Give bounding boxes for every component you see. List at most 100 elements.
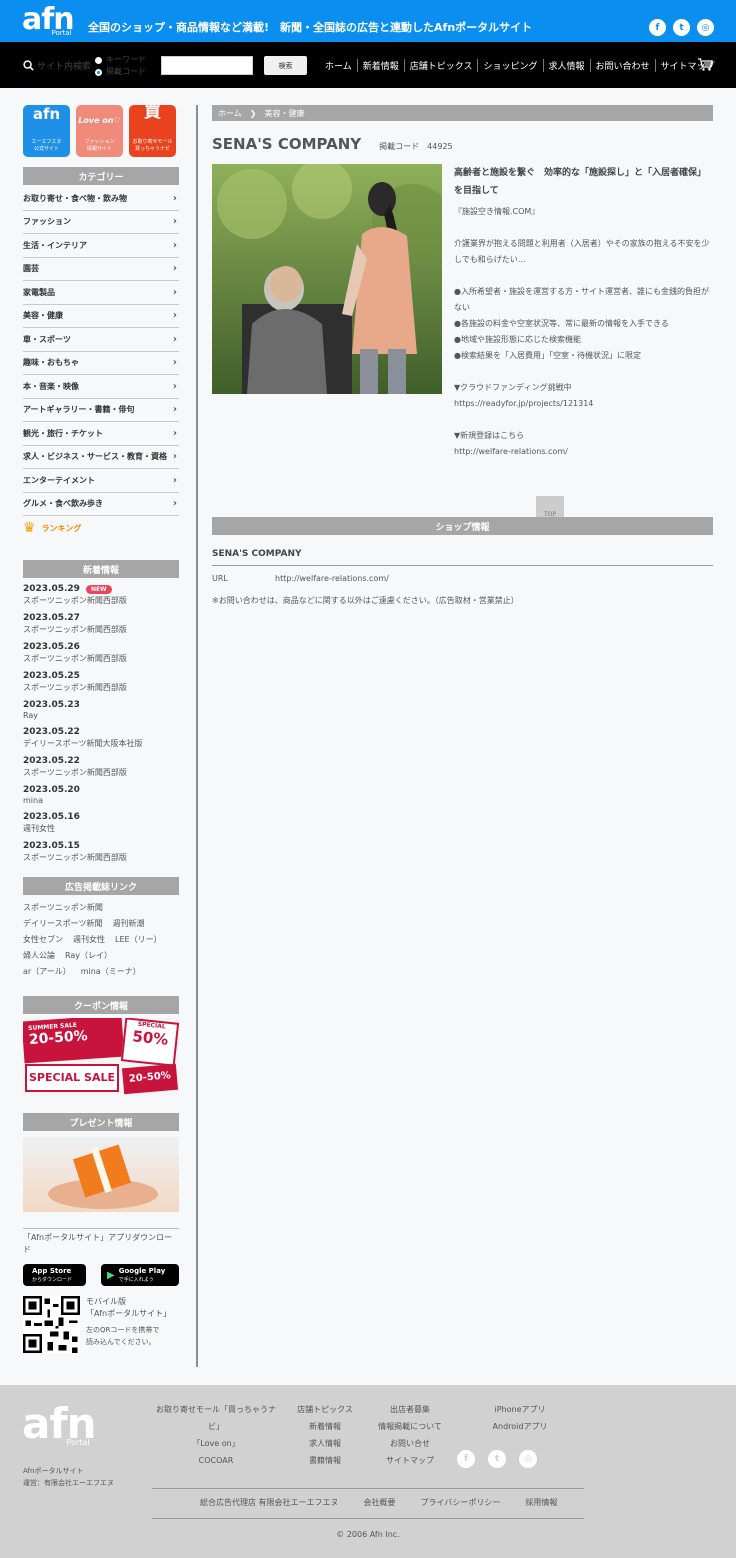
- media-link[interactable]: 女性セブン: [23, 935, 63, 944]
- footer-link-iphone-app[interactable]: iPhoneアプリ: [488, 1401, 552, 1418]
- description-line: ●各施設の料金や空室状況等、常に最新の情報を入手できる: [454, 319, 669, 328]
- chevron-right-icon: ›: [172, 239, 177, 251]
- news-item[interactable]: 2023.05.23 Ray: [23, 700, 179, 720]
- category-item[interactable]: お取り寄せ・食べ物・飲み物 ›: [23, 187, 179, 211]
- footer-link-kacchau-cont[interactable]: ビ」: [156, 1418, 276, 1435]
- search-button[interactable]: 検索: [264, 56, 307, 75]
- category-item[interactable]: ファッション ›: [23, 211, 179, 234]
- footer-link-topics[interactable]: 店舗トピックス: [292, 1401, 358, 1418]
- media-link[interactable]: 婦人公論: [23, 951, 55, 960]
- news-item[interactable]: 2023.05.22 スポーツニッポン新聞西部版: [23, 756, 179, 778]
- news-item[interactable]: 2023.05.27 スポーツニッポン新聞西部版: [23, 613, 179, 635]
- news-item[interactable]: 2023.05.26 スポーツニッポン新聞西部版: [23, 642, 179, 664]
- media-link[interactable]: スポーツニッポン新聞: [23, 903, 103, 912]
- news-item[interactable]: 2023.05.29 NEW スポーツニッポン新聞西部版: [23, 584, 179, 606]
- main-content: ホーム ❯ 美容・健康 SENA'S COMPANY 掲載コード 44925 高…: [212, 105, 713, 625]
- media-link[interactable]: 週刊新潮: [112, 919, 144, 928]
- footer-link-agency[interactable]: 総合広告代理店 有限会社エーエフエヌ: [200, 1497, 339, 1508]
- news-item[interactable]: 2023.05.25 スポーツニッポン新聞西部版: [23, 671, 179, 693]
- radio-code[interactable]: 掲載コード: [95, 66, 146, 78]
- category-item[interactable]: 趣味・おもちゃ ›: [23, 352, 179, 375]
- news-source: スポーツニッポン新聞西部版: [23, 853, 127, 862]
- category-item[interactable]: 観光・旅行・チケット ›: [23, 422, 179, 446]
- media-links-header: 広告掲載誌リンク: [23, 877, 179, 895]
- media-link[interactable]: mina（ミーナ）: [81, 967, 141, 976]
- shop-url-link[interactable]: http://welfare-relations.com/: [275, 574, 389, 583]
- footer-col-2: 店舗トピックス 新着情報 求人情報 書籍情報: [292, 1401, 358, 1469]
- footer-twitter-icon[interactable]: t: [488, 1450, 506, 1468]
- category-item[interactable]: 美容・健康 ›: [23, 305, 179, 328]
- facebook-icon[interactable]: f: [649, 19, 666, 36]
- footer-link-listing-info[interactable]: 情報掲載について: [374, 1418, 446, 1435]
- footer-link-privacy[interactable]: プライバシーポリシー: [421, 1497, 501, 1508]
- category-item[interactable]: エンターテイメント ›: [23, 469, 179, 493]
- present-banner[interactable]: [23, 1137, 179, 1212]
- footer-link-company[interactable]: 会社概要: [364, 1497, 396, 1508]
- footer-link-contact[interactable]: お問い合せ: [374, 1435, 446, 1452]
- instagram-icon[interactable]: ◎: [697, 19, 714, 36]
- footer-instagram-icon[interactable]: ◎: [519, 1450, 537, 1468]
- category-item[interactable]: 車・スポーツ ›: [23, 328, 179, 352]
- footer-facebook-icon[interactable]: f: [457, 1450, 475, 1468]
- category-item[interactable]: アートギャラリー・書籍・俳句 ›: [23, 399, 179, 422]
- footer-col-1: お取り寄せモール「買っちゃうナ ビ」 「Love on」 COCOAR: [156, 1401, 276, 1469]
- footer-logo[interactable]: afn Portal: [22, 1403, 97, 1448]
- footer-operator: 運営：有限会社エーエフエヌ: [23, 1479, 114, 1487]
- category-item[interactable]: グルメ・食べ飲み歩き ›: [23, 493, 179, 516]
- category-item[interactable]: 家電製品 ›: [23, 281, 179, 305]
- news-date: 2023.05.23: [23, 700, 80, 710]
- nav-home[interactable]: ホーム: [325, 59, 357, 72]
- coupon-banner[interactable]: SUMMER SALE 20-50% SPECIAL 50% SPECIAL S…: [23, 1018, 179, 1096]
- loveon-banner[interactable]: Love on♡ ファッション 情報サイト: [76, 105, 123, 157]
- media-link[interactable]: LEE（リー）: [115, 935, 162, 944]
- shop-description: 高齢者と施設を繋ぐ 効率的な「施設探し」と「入居者確保」を目指して 『施設空き情…: [454, 164, 713, 460]
- news-date: 2023.05.16: [23, 812, 80, 822]
- media-link[interactable]: ar（アール）: [23, 967, 71, 976]
- breadcrumb-current[interactable]: 美容・健康: [264, 108, 304, 119]
- app-store-button[interactable]: App Store からダウンロード: [23, 1264, 86, 1286]
- media-link[interactable]: Ray（レイ）: [65, 951, 112, 960]
- nav-shopping[interactable]: ショッピング: [477, 59, 542, 72]
- chevron-right-icon: ›: [172, 310, 177, 322]
- footer-link-sitemap[interactable]: サイトマップ: [374, 1452, 446, 1469]
- kacchau-navi-banner[interactable]: 買 お取り寄せモール 買っちゃうナビ: [129, 104, 176, 157]
- footer-link-kacchau[interactable]: お取り寄せモール「買っちゃうナ: [156, 1401, 276, 1418]
- media-link[interactable]: 週刊女性: [73, 935, 105, 944]
- media-link[interactable]: デイリースポーツ新聞: [23, 919, 102, 928]
- footer-link-loveon[interactable]: 「Love on」: [156, 1435, 276, 1452]
- footer-link-news[interactable]: 新着情報: [292, 1418, 358, 1435]
- description-line[interactable]: http://welfare-relations.com/: [454, 444, 713, 460]
- nav-contact[interactable]: お問い合わせ: [589, 59, 655, 72]
- google-play-button[interactable]: ▶ Google Play で手に入れよう: [101, 1264, 179, 1286]
- description-line[interactable]: https://readyfor.jp/projects/121314: [454, 396, 713, 412]
- nav-news[interactable]: 新着情報: [356, 59, 404, 72]
- category-item[interactable]: 生活・インテリア ›: [23, 234, 179, 258]
- news-item[interactable]: 2023.05.22 デイリースポーツ新聞大阪本社版: [23, 727, 179, 749]
- footer-link-cocoar[interactable]: COCOAR: [156, 1452, 276, 1469]
- search-input[interactable]: [161, 56, 253, 75]
- ranking-link[interactable]: ♛ ランキング: [23, 516, 179, 540]
- twitter-icon[interactable]: t: [673, 19, 690, 36]
- afn-official-banner[interactable]: afn エーエフエヌ 公式サイト: [23, 105, 70, 157]
- news-item[interactable]: 2023.05.15 スポーツニッポン新聞西部版: [23, 841, 179, 863]
- search-mode-radios: キーワード 掲載コード: [95, 54, 146, 78]
- site-logo[interactable]: afn Portal: [22, 5, 75, 38]
- footer-link-jobs[interactable]: 求人情報: [292, 1435, 358, 1452]
- nav-topics[interactable]: 店舗トピックス: [403, 59, 478, 72]
- footer-link-books[interactable]: 書籍情報: [292, 1452, 358, 1469]
- radio-keyword[interactable]: キーワード: [95, 54, 146, 66]
- news-source: Ray: [23, 711, 39, 720]
- footer-link-recruit-shops[interactable]: 出店者募集: [374, 1401, 446, 1418]
- news-item[interactable]: 2023.05.16 週刊女性: [23, 812, 179, 834]
- news-item[interactable]: 2023.05.20 mina: [23, 785, 179, 805]
- category-item[interactable]: 本・音楽・映像 ›: [23, 375, 179, 399]
- nav-jobs[interactable]: 求人情報: [542, 59, 590, 72]
- category-item[interactable]: 求人・ビジネス・サービス・教育・資格 ›: [23, 446, 179, 469]
- cart-icon[interactable]: [697, 57, 713, 76]
- category-item[interactable]: 園芸 ›: [23, 258, 179, 281]
- footer-link-careers[interactable]: 採用情報: [525, 1497, 557, 1508]
- footer-link-android-app[interactable]: Androidアプリ: [488, 1418, 552, 1435]
- breadcrumb-home[interactable]: ホーム: [218, 108, 242, 119]
- footer-bottom-links: 総合広告代理店 有限会社エーエフエヌ 会社概要 プライバシーポリシー 採用情報: [200, 1497, 557, 1508]
- description-line: ●検索結果を「入居費用」「空室・待機状況」に限定: [454, 351, 641, 360]
